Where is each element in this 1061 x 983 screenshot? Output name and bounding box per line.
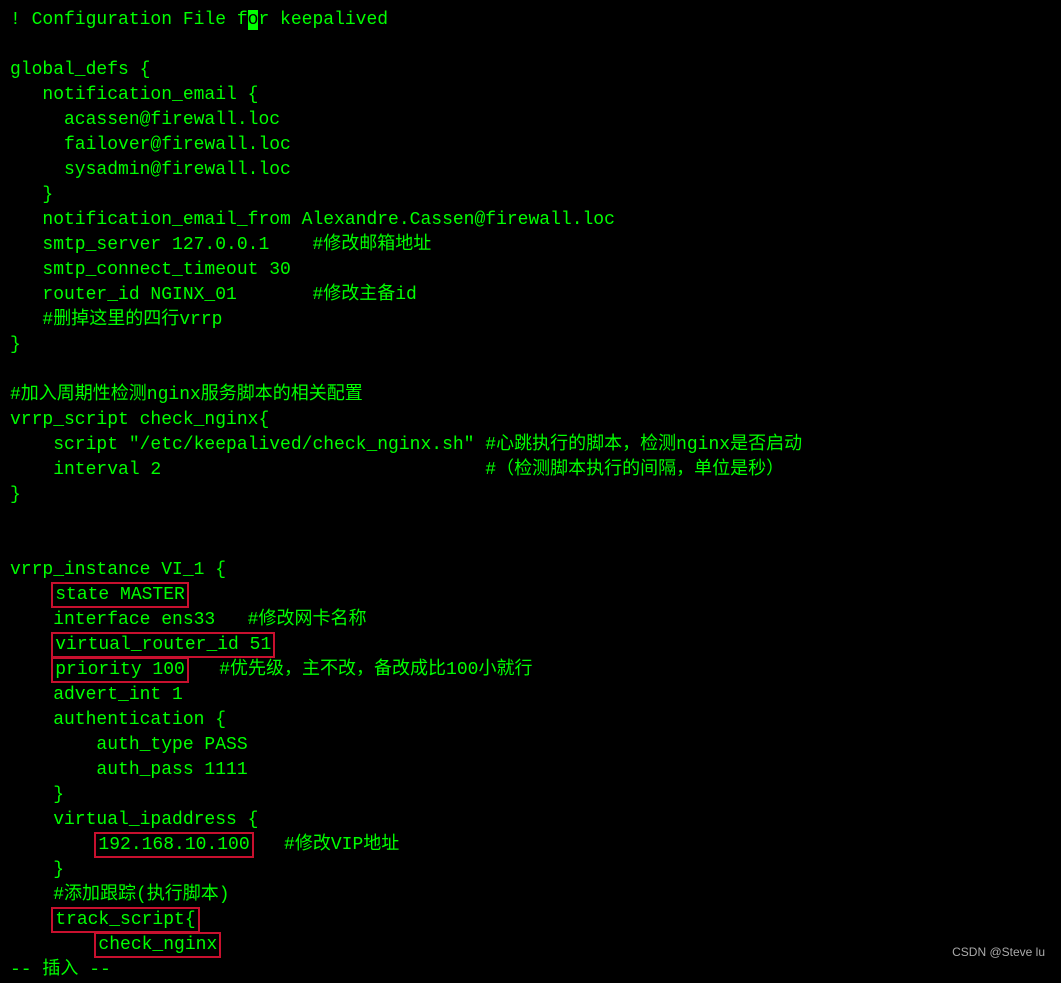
- watermark: CSDN @Steve lu: [952, 940, 1045, 965]
- interval-line: interval 2 #（检测脚本执行的间隔，单位是秒）: [10, 460, 784, 480]
- del-comment: #删掉这里的四行vrrp: [10, 310, 222, 330]
- vip-close: }: [10, 860, 64, 880]
- notif-from: notification_email_from Alexandre.Cassen…: [10, 210, 615, 230]
- email-3: sysadmin@firewall.loc: [10, 160, 291, 180]
- vip-highlight: 192.168.10.100: [94, 832, 253, 858]
- header-line: ! Configuration File for keepalived: [10, 10, 388, 30]
- track-script-highlight: track_script{: [51, 907, 199, 933]
- vrrp-script-open: vrrp_script check_nginx{: [10, 410, 269, 430]
- state-master-highlight: state MASTER: [51, 582, 189, 608]
- vip-open: virtual_ipaddress {: [10, 810, 258, 830]
- check-nginx-highlight: check_nginx: [94, 932, 221, 958]
- notif-email-close: }: [10, 185, 53, 205]
- script-comment: #加入周期性检测nginx服务脚本的相关配置: [10, 385, 363, 405]
- auth-open: authentication {: [10, 710, 226, 730]
- terminal-editor[interactable]: ! Configuration File for keepalived glob…: [10, 8, 1051, 983]
- smtp-timeout: smtp_connect_timeout 30: [10, 260, 291, 280]
- track-comment: #添加跟踪(执行脚本): [10, 885, 230, 905]
- global-defs-open: global_defs {: [10, 60, 150, 80]
- email-1: acassen@firewall.loc: [10, 110, 280, 130]
- global-defs-close: }: [10, 335, 21, 355]
- auth-type: auth_type PASS: [10, 735, 248, 755]
- notif-email-open: notification_email {: [10, 85, 258, 105]
- email-2: failover@firewall.loc: [10, 135, 291, 155]
- smtp-server: smtp_server 127.0.0.1 #修改邮箱地址: [10, 235, 431, 255]
- auth-close: }: [10, 785, 64, 805]
- router-id: router_id NGINX_01 #修改主备id: [10, 285, 417, 305]
- vrrp-instance-open: vrrp_instance VI_1 {: [10, 560, 226, 580]
- vrid-highlight: virtual_router_id 51: [51, 632, 275, 658]
- auth-pass: auth_pass 1111: [10, 760, 248, 780]
- script-line: script "/etc/keepalived/check_nginx.sh" …: [10, 435, 802, 455]
- vim-status: -- 插入 --: [10, 960, 111, 980]
- priority-highlight: priority 100: [51, 657, 189, 683]
- vrrp-script-close: }: [10, 485, 21, 505]
- advert-int: advert_int 1: [10, 685, 183, 705]
- interface-line: interface ens33 #修改网卡名称: [10, 610, 366, 630]
- cursor: o: [248, 10, 259, 30]
